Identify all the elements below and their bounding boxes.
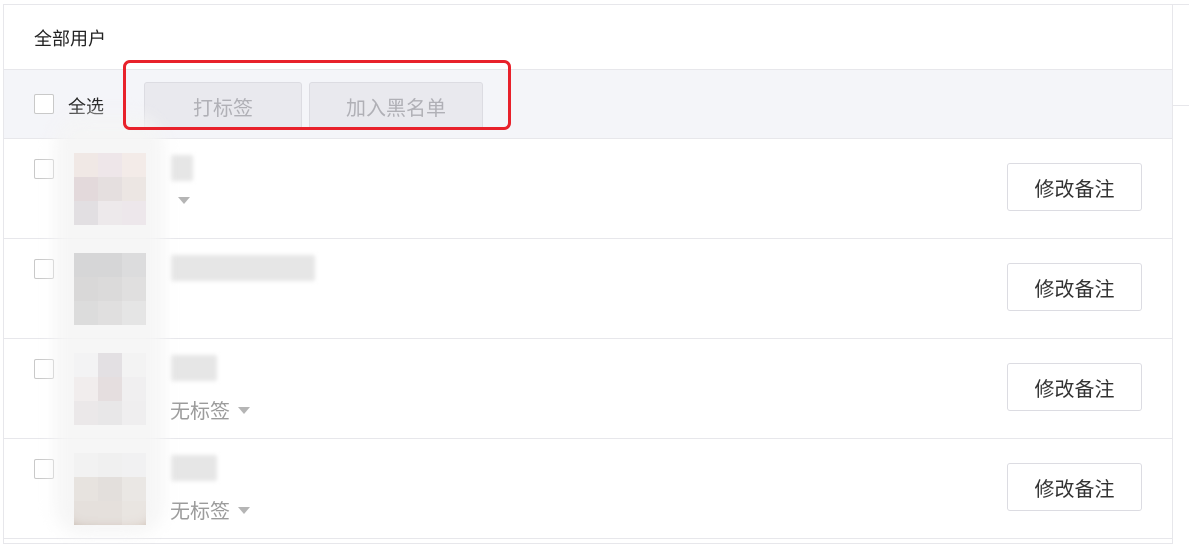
row-checkbox[interactable] — [34, 259, 54, 279]
annotation-highlight-box — [123, 60, 511, 130]
edit-note-button[interactable]: 修改备注 — [1007, 463, 1142, 511]
row-checkbox[interactable] — [34, 459, 54, 479]
tag-dropdown[interactable] — [170, 195, 190, 204]
edit-note-button[interactable]: 修改备注 — [1007, 363, 1142, 411]
page-title: 全部用户 — [34, 29, 106, 50]
privacy-blur — [54, 115, 164, 535]
select-all-checkbox[interactable] — [34, 94, 54, 114]
caret-down-icon — [238, 507, 250, 514]
user-row: 无标签 修改备注 — [4, 339, 1172, 439]
row-checkbox[interactable] — [34, 159, 54, 179]
caret-down-icon — [238, 407, 250, 414]
side-panel-edge — [1173, 4, 1189, 106]
user-name — [171, 255, 315, 281]
user-row: 修改备注 — [4, 139, 1172, 239]
tag-dropdown[interactable]: 无标签 — [170, 495, 250, 524]
user-name — [171, 155, 193, 181]
caret-down-icon — [178, 197, 190, 204]
user-row: 无标签 修改备注 — [4, 439, 1172, 539]
user-name — [171, 355, 217, 381]
row-checkbox[interactable] — [34, 359, 54, 379]
edit-note-button[interactable]: 修改备注 — [1007, 263, 1142, 311]
tag-dropdown[interactable]: 无标签 — [170, 395, 250, 424]
edit-note-button[interactable]: 修改备注 — [1007, 163, 1142, 211]
user-name — [171, 455, 217, 481]
user-row: 修改备注 — [4, 239, 1172, 339]
